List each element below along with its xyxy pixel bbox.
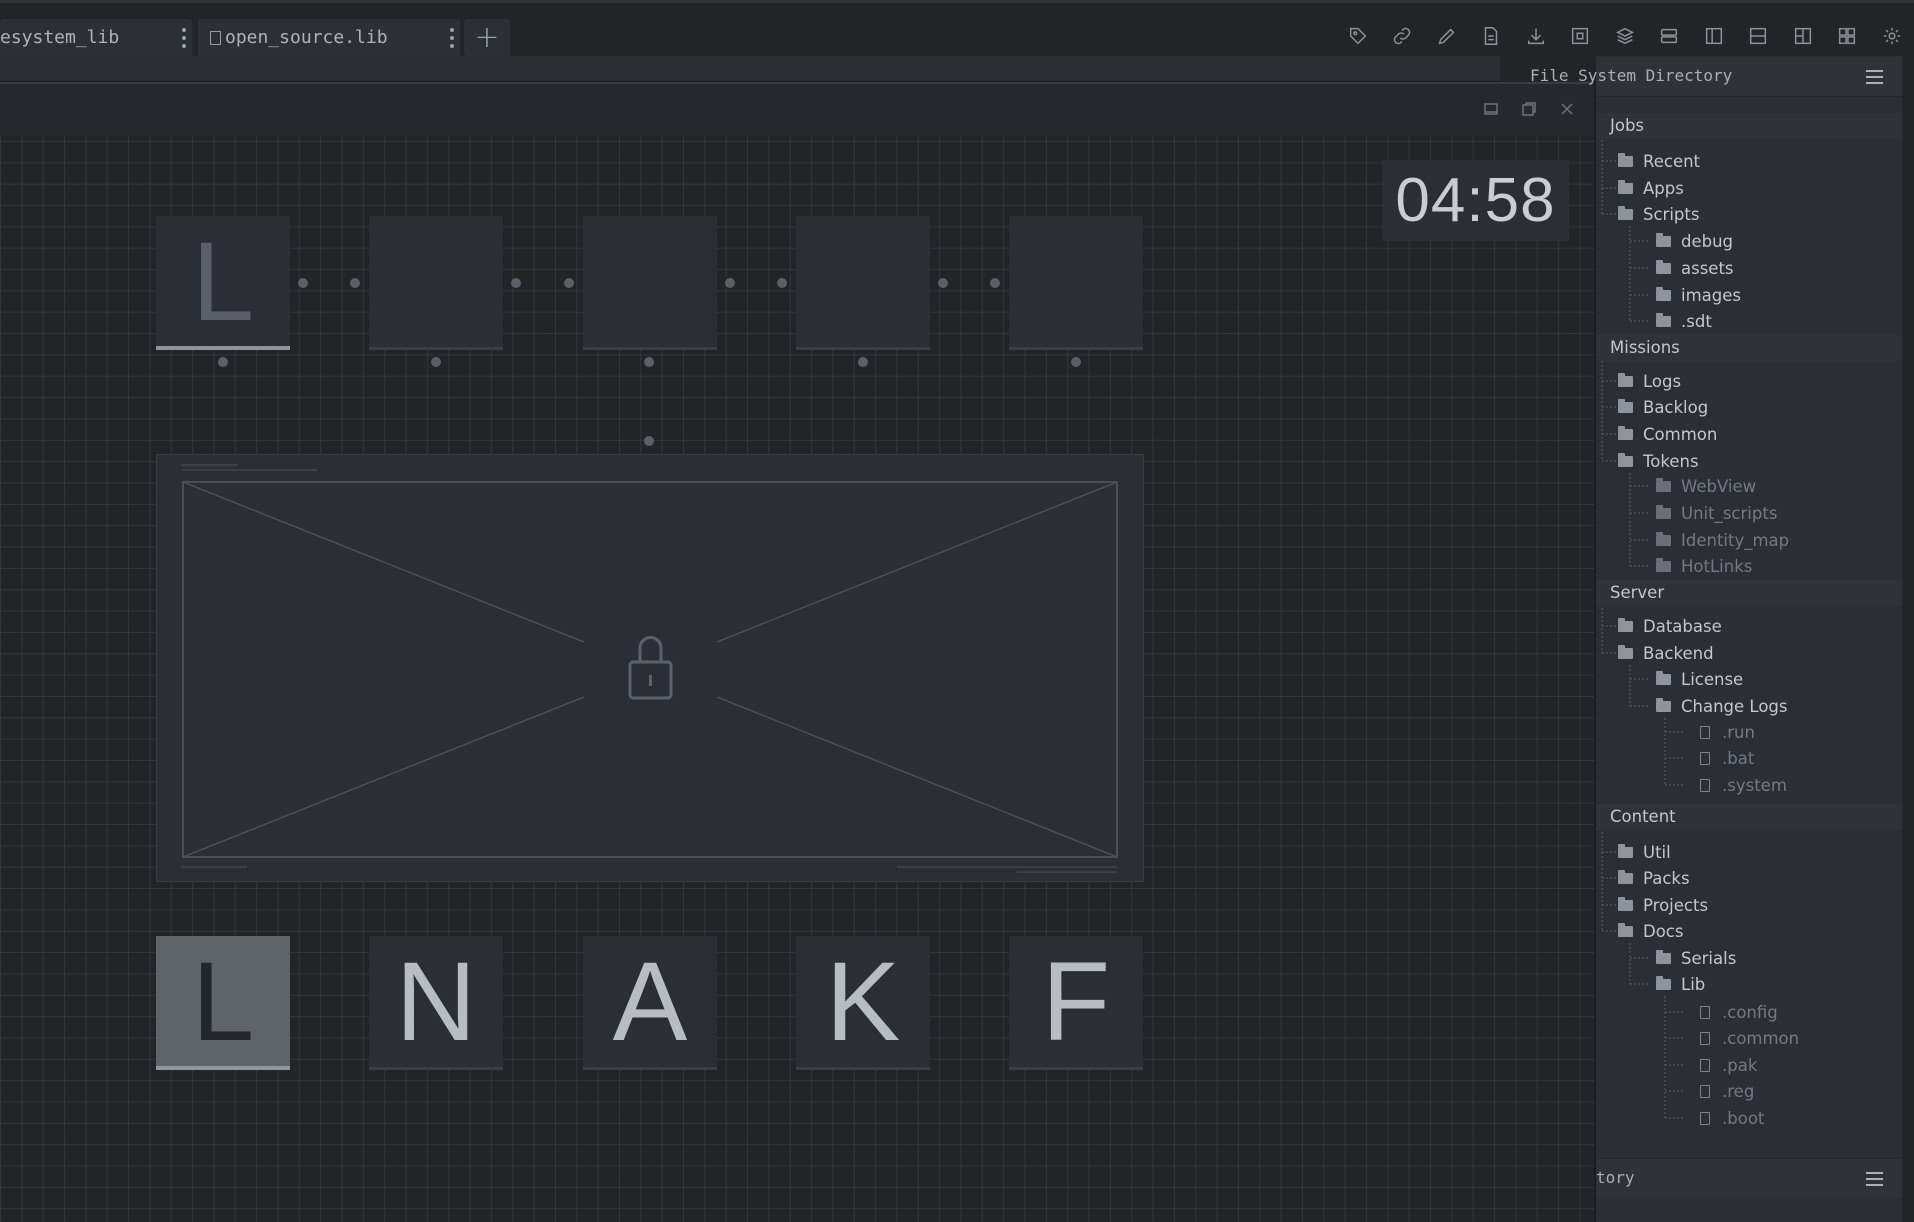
countdown-timer: 04:58 <box>1382 160 1569 241</box>
letter-key[interactable]: N <box>369 936 503 1070</box>
guess-slot[interactable] <box>583 216 717 350</box>
connector-dot <box>511 278 521 288</box>
letter-key[interactable]: K <box>796 936 930 1070</box>
grid-icon[interactable] <box>1825 19 1870 53</box>
sidebar-left-icon[interactable] <box>1692 19 1737 53</box>
tab-bar: esystem_lib open_source.lib + <box>0 0 1914 56</box>
link-icon[interactable] <box>1380 19 1425 53</box>
file-tree-header: File System Directory <box>1530 57 1902 97</box>
toolbar <box>1336 19 1914 53</box>
guess-slot[interactable] <box>369 216 503 350</box>
tag-icon[interactable] <box>1336 19 1381 53</box>
letter-key[interactable]: L <box>156 936 290 1070</box>
file-tree-body: File System Directory <box>1530 56 1902 1222</box>
connector-dot <box>990 278 1000 288</box>
connector-dot <box>644 357 654 367</box>
connector-dot <box>858 357 868 367</box>
tab-menu-icon[interactable] <box>182 28 186 48</box>
rows-icon[interactable] <box>1647 19 1692 53</box>
restore-icon[interactable] <box>1519 99 1539 119</box>
tab-menu-icon[interactable] <box>450 28 454 48</box>
window-header <box>0 84 1596 136</box>
lock-icon <box>628 636 673 700</box>
guess-slot[interactable]: L <box>156 216 290 350</box>
connector-dot <box>938 278 948 288</box>
connector-dot <box>431 357 441 367</box>
letter-key[interactable]: A <box>583 936 717 1070</box>
connector-dot <box>350 278 360 288</box>
connector-dot <box>298 278 308 288</box>
letter-key[interactable]: F <box>1009 936 1143 1070</box>
menu-icon[interactable] <box>1866 70 1883 84</box>
columns-icon[interactable] <box>1781 19 1826 53</box>
download-icon[interactable] <box>1514 19 1559 53</box>
close-icon[interactable] <box>1557 99 1577 119</box>
settings-icon[interactable] <box>1870 19 1914 53</box>
editor-subbar <box>0 56 1500 82</box>
file-tree-panel: File System Directory <box>1530 56 1914 1222</box>
locked-image-placeholder <box>156 454 1144 882</box>
file-tree-title: File System Directory <box>1530 66 1733 85</box>
file-icon <box>210 30 221 45</box>
connector-dot <box>218 357 228 367</box>
document-icon[interactable] <box>1469 19 1514 53</box>
guess-slot[interactable] <box>796 216 930 350</box>
tab-open-source-lib[interactable]: open_source.lib <box>198 19 460 56</box>
placeholder-graphic <box>181 464 1118 873</box>
tab-esystem-lib[interactable]: esystem_lib <box>0 19 192 56</box>
split-horizontal-icon[interactable] <box>1736 19 1781 53</box>
connector-dot <box>564 278 574 288</box>
connector-dot <box>1071 357 1081 367</box>
tab-label: open_source.lib <box>225 27 388 48</box>
add-tab-button[interactable]: + <box>464 19 510 56</box>
connector-dot <box>725 278 735 288</box>
connector-dot <box>777 278 787 288</box>
frame-icon[interactable] <box>1558 19 1603 53</box>
connector-dot <box>644 436 654 446</box>
minimize-icon[interactable] <box>1481 99 1501 119</box>
layers-icon[interactable] <box>1603 19 1648 53</box>
pencil-icon[interactable] <box>1425 19 1470 53</box>
guess-slot[interactable] <box>1009 216 1143 350</box>
tab-label: esystem_lib <box>0 27 120 48</box>
